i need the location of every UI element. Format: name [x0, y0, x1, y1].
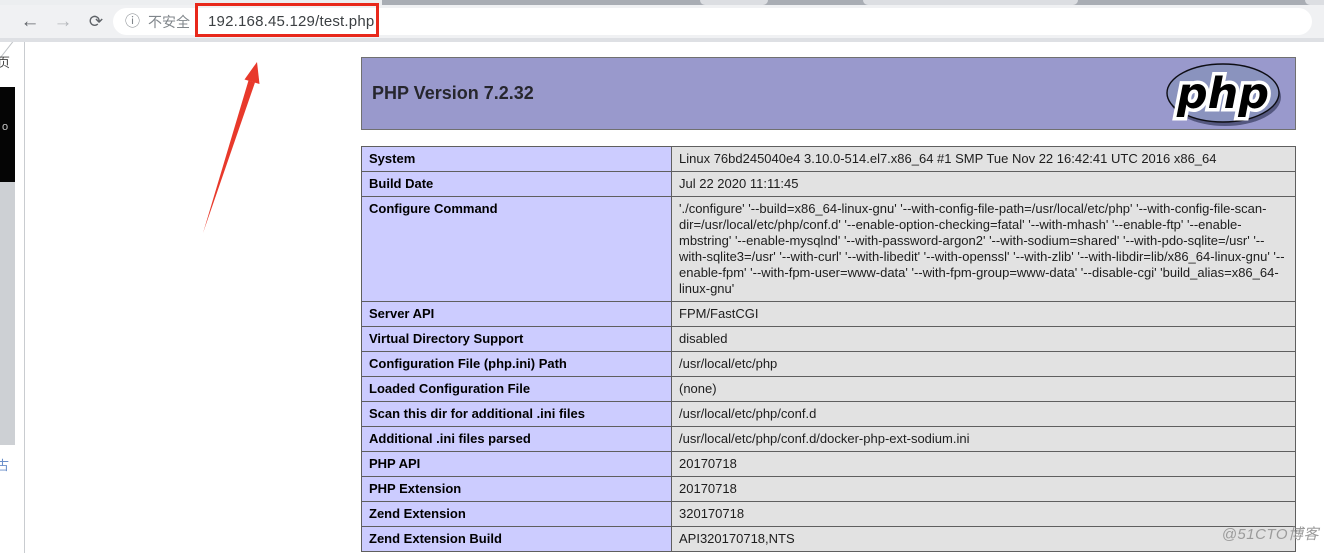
row-label: PHP API [362, 452, 672, 477]
phpinfo-page: PHP Version 7.2.32 php System Linux 76bd… [361, 57, 1296, 552]
table-row: System Linux 76bd245040e4 3.10.0-514.el7… [362, 147, 1296, 172]
table-row: Configure Command './configure' '--build… [362, 197, 1296, 302]
table-row: Configuration File (php.ini) Path /usr/l… [362, 352, 1296, 377]
background-window-sliver: 页 o 古 [0, 42, 25, 553]
table-row: Virtual Directory Support disabled [362, 327, 1296, 352]
row-label: System [362, 147, 672, 172]
row-value: 20170718 [672, 477, 1296, 502]
row-value: /usr/local/etc/php/conf.d [672, 402, 1296, 427]
back-button[interactable]: ← [17, 9, 43, 35]
row-value: /usr/local/etc/php [672, 352, 1296, 377]
table-row: Server API FPM/FastCGI [362, 302, 1296, 327]
row-value: Linux 76bd245040e4 3.10.0-514.el7.x86_64… [672, 147, 1296, 172]
reload-button[interactable]: ⟳ [83, 9, 109, 35]
table-row: PHP API 20170718 [362, 452, 1296, 477]
row-value: Jul 22 2020 11:11:45 [672, 172, 1296, 197]
watermark: @51CTO博客 [1222, 523, 1319, 544]
row-label: Scan this dir for additional .ini files [362, 402, 672, 427]
forward-button[interactable]: → [50, 9, 76, 35]
fragment-char-black-panel: o [2, 121, 8, 133]
table-row: Build Date Jul 22 2020 11:11:45 [362, 172, 1296, 197]
row-value: (none) [672, 377, 1296, 402]
row-value: FPM/FastCGI [672, 302, 1296, 327]
row-label: Zend Extension Build [362, 527, 672, 552]
fragment-black-panel: o [0, 87, 15, 182]
page-info-icon[interactable]: ⓘ [125, 14, 140, 29]
fragment-char-blue: 古 [0, 455, 9, 474]
row-label: Additional .ini files parsed [362, 427, 672, 452]
table-row: Zend Extension 320170718 [362, 502, 1296, 527]
table-row: PHP Extension 20170718 [362, 477, 1296, 502]
row-label: Configuration File (php.ini) Path [362, 352, 672, 377]
fragment-gray-panel [0, 182, 15, 445]
phpinfo-table: System Linux 76bd245040e4 3.10.0-514.el7… [361, 146, 1296, 552]
phpinfo-header: PHP Version 7.2.32 php [361, 57, 1296, 130]
row-label: Configure Command [362, 197, 672, 302]
php-logo-text: php [1176, 69, 1269, 119]
address-bar[interactable]: ⓘ 不安全 192.168.45.129/test.php [113, 8, 1312, 35]
row-label: Zend Extension [362, 502, 672, 527]
browser-toolbar: ← → ⟳ ⓘ 不安全 192.168.45.129/test.php [0, 5, 1324, 38]
table-row: Additional .ini files parsed /usr/local/… [362, 427, 1296, 452]
row-label: PHP Extension [362, 477, 672, 502]
row-value: /usr/local/etc/php/conf.d/docker-php-ext… [672, 427, 1296, 452]
fragment-char-top: 页 [0, 52, 10, 71]
row-label: Build Date [362, 172, 672, 197]
table-row: Zend Extension Build API320170718,NTS [362, 527, 1296, 552]
row-label: Loaded Configuration File [362, 377, 672, 402]
row-value: 20170718 [672, 452, 1296, 477]
row-value: './configure' '--build=x86_64-linux-gnu'… [672, 197, 1296, 302]
security-status-label: 不安全 [148, 12, 190, 32]
table-row: Loaded Configuration File (none) [362, 377, 1296, 402]
url-input[interactable]: 192.168.45.129/test.php [208, 13, 374, 30]
row-label: Virtual Directory Support [362, 327, 672, 352]
php-logo: php [1161, 60, 1287, 128]
page-title: PHP Version 7.2.32 [372, 83, 534, 104]
row-value: 320170718 [672, 502, 1296, 527]
table-row: Scan this dir for additional .ini files … [362, 402, 1296, 427]
row-label: Server API [362, 302, 672, 327]
toolbar-divider [0, 38, 1324, 42]
row-value: disabled [672, 327, 1296, 352]
row-value: API320170718,NTS [672, 527, 1296, 552]
